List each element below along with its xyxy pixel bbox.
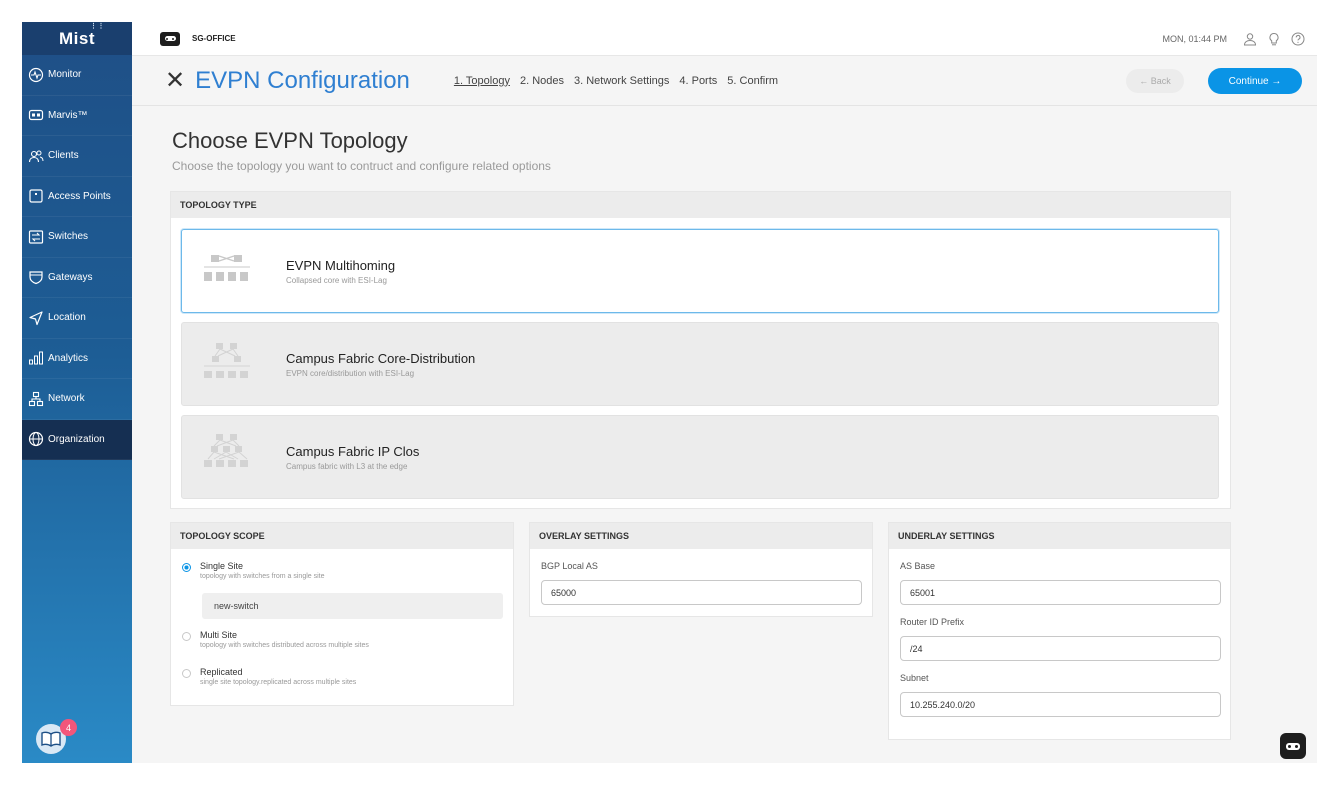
scope-option-replicated[interactable]: Replicated single site topology.replicat… (182, 667, 356, 686)
panel-header: TOPOLOGY TYPE (171, 192, 1230, 218)
option-description: Collapsed core with ESI-Lag (286, 275, 387, 285)
sidebar-item-label: Gateways (48, 271, 93, 283)
option-description: topology with switches distributed acros… (200, 642, 369, 649)
ip-clos-diagram-icon (198, 432, 256, 482)
topology-option-core-distribution[interactable]: Campus Fabric Core-Distribution EVPN cor… (181, 322, 1219, 406)
back-button[interactable]: ← Back (1126, 69, 1184, 93)
logo-text: Mist (59, 28, 95, 48)
top-bar: SG-OFFICE MON, 01:44 PM (132, 22, 1317, 56)
option-title: Replicated (200, 667, 243, 677)
monitor-icon (28, 67, 44, 83)
main-content: ✕ EVPN Configuration 1. Topology 2. Node… (132, 56, 1317, 763)
step-confirm[interactable]: 5. Confirm (727, 75, 778, 87)
gateways-icon (28, 269, 44, 285)
wizard-header: ✕ EVPN Configuration 1. Topology 2. Node… (132, 56, 1317, 106)
core-distribution-diagram-icon (198, 339, 256, 389)
sidebar-item-label: Location (48, 312, 86, 324)
logo-dots-icon: ⋮⋮ (90, 23, 105, 30)
step-ports[interactable]: 4. Ports (679, 75, 717, 87)
continue-button[interactable]: Continue → (1208, 68, 1302, 94)
sidebar-item-marvis[interactable]: Marvis™ (22, 96, 132, 136)
as-base-label: AS Base (900, 561, 936, 571)
wizard-steps: 1. Topology 2. Nodes 3. Network Settings… (454, 75, 778, 87)
location-icon (28, 310, 44, 326)
organization-icon (28, 431, 44, 447)
sidebar-item-monitor[interactable]: Monitor (22, 55, 132, 96)
sidebar-item-clients[interactable]: Clients (22, 136, 132, 177)
sidebar-item-network[interactable]: Network (22, 379, 132, 420)
sidebar: ⋮⋮ Mist Monitor Marvis™ Clients Access P… (22, 22, 132, 763)
lightbulb-icon[interactable] (1267, 32, 1281, 46)
top-right-controls: MON, 01:44 PM (1162, 22, 1305, 56)
scope-option-single-site[interactable]: Single Site topology with switches from … (182, 561, 325, 580)
as-base-input[interactable]: 65001 (900, 580, 1221, 605)
org-icon (160, 31, 180, 46)
network-icon (28, 391, 44, 407)
step-nodes[interactable]: 2. Nodes (520, 75, 564, 87)
sidebar-item-label: Organization (48, 433, 105, 445)
radio-unselected[interactable] (182, 632, 191, 641)
option-title: Campus Fabric IP Clos (286, 443, 420, 459)
option-title: EVPN Multihoming (286, 257, 396, 273)
topology-option-evpn-multihoming[interactable]: EVPN Multihoming Collapsed core with ESI… (181, 229, 1219, 313)
multihoming-diagram-icon (198, 246, 256, 296)
section-subheading: Choose the topology you want to contruct… (172, 159, 551, 173)
mist-logo[interactable]: ⋮⋮ Mist (22, 22, 132, 55)
sidebar-item-label: Monitor (48, 69, 82, 81)
user-icon[interactable] (1243, 32, 1257, 46)
marvis-icon (28, 107, 44, 123)
bgp-local-as-label: BGP Local AS (541, 561, 598, 571)
sidebar-item-label: Clients (48, 150, 79, 162)
option-title: Campus Fabric Core-Distribution (286, 350, 476, 366)
panel-header: TOPOLOGY SCOPE (171, 523, 513, 549)
subnet-input[interactable]: 10.255.240.0/20 (900, 692, 1221, 717)
option-description: EVPN core/distribution with ESI-Lag (286, 368, 415, 378)
help-badge: 4 (60, 719, 77, 736)
topology-option-ip-clos[interactable]: Campus Fabric IP Clos Campus fabric with… (181, 415, 1219, 499)
panel-header: UNDERLAY SETTINGS (889, 523, 1230, 549)
radio-unselected[interactable] (182, 669, 191, 678)
help-icon[interactable] (1291, 32, 1305, 46)
clock: MON, 01:44 PM (1162, 34, 1227, 44)
sidebar-item-access-points[interactable]: Access Points (22, 177, 132, 217)
sidebar-item-switches[interactable]: Switches (22, 217, 132, 258)
sidebar-item-location[interactable]: Location (22, 298, 132, 339)
section-heading: Choose EVPN Topology (172, 128, 408, 153)
sidebar-item-label: Analytics (48, 352, 89, 364)
sidebar-item-label: Access Points (48, 190, 111, 202)
sidebar-item-label: Network (48, 393, 85, 405)
option-title: Single Site (200, 561, 244, 571)
option-description: single site topology.replicated across m… (200, 679, 357, 686)
sidebar-item-label: Marvis™ (48, 109, 88, 121)
page-title: EVPN Configuration (195, 66, 410, 94)
sidebar-item-organization[interactable]: Organization (22, 419, 132, 460)
subnet-label: Subnet (900, 673, 929, 683)
sidebar-item-analytics[interactable]: Analytics (22, 339, 132, 379)
step-network-settings[interactable]: 3. Network Settings (574, 75, 669, 87)
bgp-local-as-input[interactable]: 65000 (541, 580, 862, 605)
radio-selected[interactable] (182, 563, 191, 572)
option-description: topology with switches from a single sit… (200, 573, 325, 580)
topology-type-panel: TOPOLOGY TYPE EVPN Multihoming Collapsed… (170, 191, 1231, 509)
marvis-chat-icon[interactable] (1280, 733, 1306, 759)
sidebar-item-gateways[interactable]: Gateways (22, 258, 132, 298)
step-topology[interactable]: 1. Topology (454, 75, 510, 87)
close-icon[interactable]: ✕ (165, 68, 185, 93)
switches-icon (28, 229, 44, 245)
overlay-settings-panel: OVERLAY SETTINGS BGP Local AS 65000 (529, 522, 873, 617)
panel-header: OVERLAY SETTINGS (530, 523, 872, 549)
clients-icon (28, 148, 44, 164)
router-id-prefix-label: Router ID Prefix (900, 617, 965, 627)
sidebar-item-label: Switches (48, 231, 89, 243)
org-name[interactable]: SG-OFFICE (192, 34, 236, 43)
option-title: Multi Site (200, 630, 238, 640)
underlay-settings-panel: UNDERLAY SETTINGS AS Base 65001 Router I… (888, 522, 1231, 740)
scope-option-multi-site[interactable]: Multi Site topology with switches distri… (182, 630, 369, 649)
topology-scope-panel: TOPOLOGY SCOPE Single Site topology with… (170, 522, 514, 706)
option-description: Campus fabric with L3 at the edge (286, 461, 408, 471)
router-id-prefix-input[interactable]: /24 (900, 636, 1221, 661)
site-select[interactable]: new-switch (202, 593, 503, 619)
analytics-icon (28, 350, 44, 366)
access-points-icon (28, 188, 44, 204)
